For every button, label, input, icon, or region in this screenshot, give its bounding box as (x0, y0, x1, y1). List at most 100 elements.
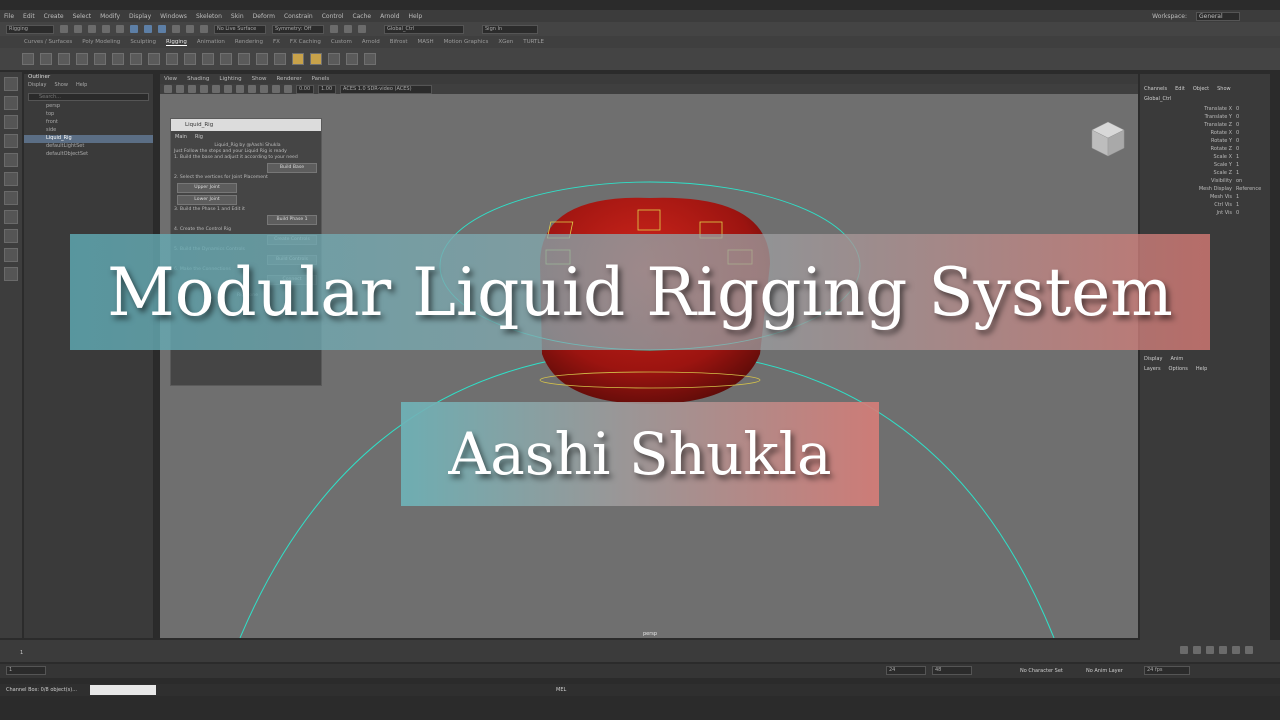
snap-point-icon[interactable] (172, 25, 180, 33)
channel-attribute-row[interactable]: Translate Z 0 (1140, 122, 1270, 130)
channel-attribute-value[interactable]: 1 (1236, 154, 1239, 160)
upper-joint-button[interactable]: Upper Joint (177, 183, 237, 193)
channel-attribute-row[interactable]: Mesh Vis 1 (1140, 194, 1270, 202)
custom-script-icon[interactable] (292, 53, 304, 65)
aim-constraint-icon[interactable] (274, 53, 286, 65)
symmetry-field[interactable]: Symmetry: Off (272, 24, 324, 34)
outliner-row[interactable]: persp (24, 103, 153, 111)
select-mode-icon[interactable] (130, 25, 138, 33)
bind-skin-icon[interactable] (112, 53, 124, 65)
play-back-icon[interactable] (1206, 646, 1214, 654)
menu-item-windows[interactable]: Windows (160, 13, 187, 20)
live-surface-field[interactable]: No Live Surface (214, 24, 266, 34)
single-view-icon[interactable] (4, 191, 18, 205)
shelf-tool-icon[interactable] (346, 53, 358, 65)
gamma-field[interactable]: 1.00 (318, 84, 336, 94)
channel-attribute-value[interactable]: 0 (1236, 138, 1239, 144)
channel-attribute-value[interactable]: 0 (1236, 210, 1239, 216)
channel-attribute-row[interactable]: Scale X 1 (1140, 154, 1270, 162)
point-constraint-icon[interactable] (220, 53, 232, 65)
outliner-layout-icon[interactable] (4, 248, 18, 262)
range-slider[interactable]: 1 24 48 No Character Set No Anim Layer 2… (0, 664, 1280, 678)
outliner-menu-display[interactable]: Display (28, 82, 46, 91)
channel-attribute-value[interactable]: 1 (1236, 162, 1239, 168)
outliner-search-input[interactable]: Search... (28, 93, 149, 101)
xray-icon[interactable] (284, 85, 292, 93)
channel-attribute-value[interactable]: 1 (1236, 202, 1239, 208)
shelf-tool-icon[interactable] (328, 53, 340, 65)
orient-constraint-icon[interactable] (238, 53, 250, 65)
command-input[interactable] (90, 685, 156, 695)
shelf-tab[interactable]: Animation (197, 39, 225, 45)
layer-tab-anim[interactable]: Anim (1170, 356, 1183, 362)
character-set-field[interactable]: No Character Set (1020, 668, 1063, 674)
shelf-tab[interactable]: TURTLE (523, 39, 544, 45)
outliner-row[interactable]: defaultLightSet (24, 143, 153, 151)
layer-menu-options[interactable]: Options (1169, 366, 1188, 372)
channel-attribute-row[interactable]: Scale Z 1 (1140, 170, 1270, 178)
shelf-tab[interactable]: FX (273, 39, 280, 45)
channel-menu-channels[interactable]: Channels (1144, 86, 1167, 92)
menu-item-deform[interactable]: Deform (253, 13, 275, 20)
bookmark-icon[interactable] (188, 85, 196, 93)
channel-attribute-value[interactable]: 0 (1236, 114, 1239, 120)
channel-menu-edit[interactable]: Edit (1175, 86, 1185, 92)
channel-attribute-row[interactable]: Jnt Vis 0 (1140, 210, 1270, 218)
shelf-tab[interactable]: Rendering (235, 39, 263, 45)
time-slider[interactable]: 1 (0, 640, 1280, 662)
move-tool-icon[interactable] (4, 134, 18, 148)
outliner-row[interactable]: front (24, 119, 153, 127)
range-end-field[interactable]: 24 (886, 666, 926, 675)
ik-spline-icon[interactable] (58, 53, 70, 65)
go-to-end-icon[interactable] (1245, 646, 1253, 654)
menu-item-cache[interactable]: Cache (352, 13, 371, 20)
shelf-tab[interactable]: Custom (331, 39, 352, 45)
outliner-row[interactable]: side (24, 127, 153, 135)
mel-label[interactable]: MEL (556, 687, 566, 693)
build-phase1-button[interactable]: Build Phase 1 (267, 215, 317, 225)
shelf-tool-icon[interactable] (364, 53, 376, 65)
outliner-menu-show[interactable]: Show (54, 82, 68, 91)
layer-menu-help[interactable]: Help (1196, 366, 1207, 372)
color-space-select[interactable]: ACES 1.0 SDR-video (ACES) (340, 84, 432, 94)
shadows-icon[interactable] (260, 85, 268, 93)
viewport-menu-panels[interactable]: Panels (312, 76, 330, 82)
menu-item-skin[interactable]: Skin (231, 13, 244, 20)
search-icon[interactable] (4, 267, 18, 281)
layout-icon[interactable] (4, 229, 18, 243)
lasso-tool-icon[interactable] (4, 96, 18, 110)
menu-item-constrain[interactable]: Constrain (284, 13, 313, 20)
dialog-tab-rig[interactable]: Rig (195, 134, 203, 140)
camera-attr-icon[interactable] (176, 85, 184, 93)
viewport-menu-show[interactable]: Show (252, 76, 267, 82)
snap-grid-icon[interactable] (144, 25, 152, 33)
exposure-field[interactable]: 0.00 (296, 84, 314, 94)
object-name-field[interactable]: Global_Ctrl (384, 24, 464, 34)
channel-menu-show[interactable]: Show (1217, 86, 1231, 92)
channel-attribute-value[interactable]: 1 (1236, 194, 1239, 200)
channel-attribute-row[interactable]: Visibility on (1140, 178, 1270, 186)
menu-item-arnold[interactable]: Arnold (380, 13, 399, 20)
dialog-title[interactable]: Liquid_Rig (171, 119, 321, 131)
workspace-select[interactable]: General (1196, 11, 1240, 21)
mirror-joint-icon[interactable] (76, 53, 88, 65)
channel-attribute-row[interactable]: Ctrl Vis 1 (1140, 202, 1270, 210)
channel-attribute-row[interactable]: Rotate X 0 (1140, 130, 1270, 138)
shelf-tab[interactable]: Curves / Surfaces (24, 39, 72, 45)
menu-set-select[interactable]: Rigging (6, 24, 54, 34)
hypershade-icon[interactable] (358, 25, 366, 33)
fps-select[interactable]: 24 fps (1144, 666, 1190, 675)
outliner-row-selected[interactable]: Liquid_Rig (24, 135, 153, 143)
menu-item-create[interactable]: Create (44, 13, 64, 20)
range-start-field[interactable]: 1 (6, 666, 46, 675)
menu-item-display[interactable]: Display (129, 13, 151, 20)
lights-icon[interactable] (248, 85, 256, 93)
lattice-icon[interactable] (166, 53, 178, 65)
menu-item-edit[interactable]: Edit (23, 13, 35, 20)
channel-attribute-value[interactable]: on (1236, 178, 1242, 184)
viewport-menu-renderer[interactable]: Renderer (276, 76, 301, 82)
menu-item-skeleton[interactable]: Skeleton (196, 13, 222, 20)
wrap-icon[interactable] (202, 53, 214, 65)
channel-attribute-value[interactable]: Reference (1236, 186, 1261, 192)
render-view-icon[interactable] (330, 25, 338, 33)
